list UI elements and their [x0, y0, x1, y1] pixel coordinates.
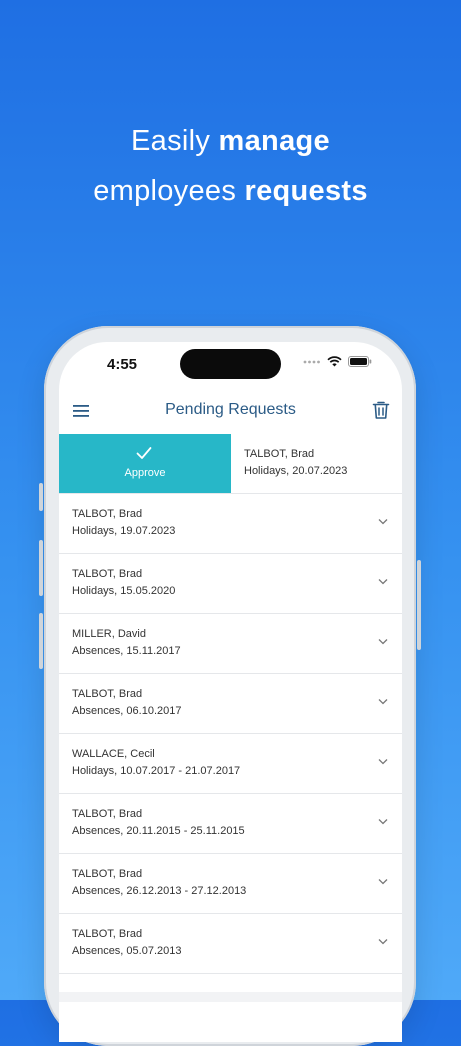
request-name: TALBOT, Brad: [72, 568, 143, 580]
chevron-down-icon[interactable]: [378, 578, 388, 585]
wifi-icon: [327, 356, 342, 367]
list-item[interactable]: TALBOT, Brad Holidays, 15.05.2020: [59, 554, 402, 614]
swiped-request-row[interactable]: Approve TALBOT, Brad Holidays, 20.07.202…: [59, 434, 402, 494]
request-name: TALBOT, Brad: [72, 508, 143, 520]
bottom-bar: [59, 992, 402, 1002]
status-time: 4:55: [107, 356, 138, 373]
request-detail: Absences, 15.11.2017: [72, 645, 181, 657]
request-name: TALBOT, Brad: [72, 928, 143, 940]
request-name: TALBOT, Brad: [72, 808, 143, 820]
chevron-down-icon[interactable]: [378, 638, 388, 645]
headline-line-2: employees requests: [93, 175, 368, 207]
list-item[interactable]: TALBOT, Brad Absences, 26.12.2013 - 27.1…: [59, 854, 402, 914]
headline-line-1: Easily manage: [131, 125, 330, 157]
phone-volume-up-button: [39, 540, 43, 596]
requests-list: Approve TALBOT, Brad Holidays, 20.07.202…: [59, 434, 402, 974]
phone-power-button: [417, 560, 421, 650]
chevron-down-icon[interactable]: [378, 698, 388, 705]
list-item[interactable]: TALBOT, Brad Holidays, 19.07.2023: [59, 494, 402, 554]
phone-side-button: [39, 483, 43, 511]
page-title: Pending Requests: [165, 401, 296, 418]
phone-volume-down-button: [39, 613, 43, 669]
chevron-down-icon[interactable]: [378, 878, 388, 885]
list-item[interactable]: WALLACE, Cecil Holidays, 10.07.2017 - 21…: [59, 734, 402, 794]
request-detail: Holidays, 19.07.2023: [72, 525, 176, 537]
request-detail: Absences, 06.10.2017: [72, 705, 182, 717]
request-detail: Absences, 26.12.2013 - 27.12.2013: [72, 885, 247, 897]
request-detail: Holidays, 20.07.2023: [244, 465, 348, 477]
chevron-down-icon[interactable]: [378, 758, 388, 765]
signal-dots-icon: [303, 360, 320, 363]
status-bar: 4:55: [59, 342, 402, 390]
check-icon: [136, 447, 152, 459]
headline: Easily manage employees requests: [0, 116, 461, 216]
status-icons: [303, 356, 372, 367]
list-item[interactable]: TALBOT, Brad Absences, 06.10.2017: [59, 674, 402, 734]
approve-label: Approve: [124, 467, 166, 479]
request-name: WALLACE, Cecil: [72, 748, 155, 760]
approve-button[interactable]: Approve: [59, 434, 231, 493]
request-name: TALBOT, Brad: [72, 868, 143, 880]
chevron-down-icon[interactable]: [378, 938, 388, 945]
request-detail: Holidays, 15.05.2020: [72, 585, 176, 597]
request-detail: Absences, 05.07.2013: [72, 945, 182, 957]
request-detail: Absences, 20.11.2015 - 25.11.2015: [72, 825, 245, 837]
request-detail: Holidays, 10.07.2017 - 21.07.2017: [72, 765, 241, 777]
dynamic-island: [180, 349, 281, 379]
request-name: TALBOT, Brad: [72, 688, 143, 700]
swiped-row-content[interactable]: TALBOT, Brad Holidays, 20.07.2023: [231, 434, 402, 493]
trash-icon[interactable]: [372, 400, 390, 420]
battery-icon: [348, 356, 372, 367]
chevron-down-icon[interactable]: [378, 818, 388, 825]
chevron-down-icon[interactable]: [378, 518, 388, 525]
phone-screen: 4:55 Pending Requests Approve TALBOT, Br…: [59, 342, 402, 1042]
list-item[interactable]: TALBOT, Brad Absences, 20.11.2015 - 25.1…: [59, 794, 402, 854]
request-name: MILLER, David: [72, 628, 146, 640]
app-bar: Pending Requests: [59, 390, 402, 435]
list-item[interactable]: MILLER, David Absences, 15.11.2017: [59, 614, 402, 674]
list-item[interactable]: TALBOT, Brad Absences, 05.07.2013: [59, 914, 402, 974]
request-name: TALBOT, Brad: [244, 448, 315, 460]
